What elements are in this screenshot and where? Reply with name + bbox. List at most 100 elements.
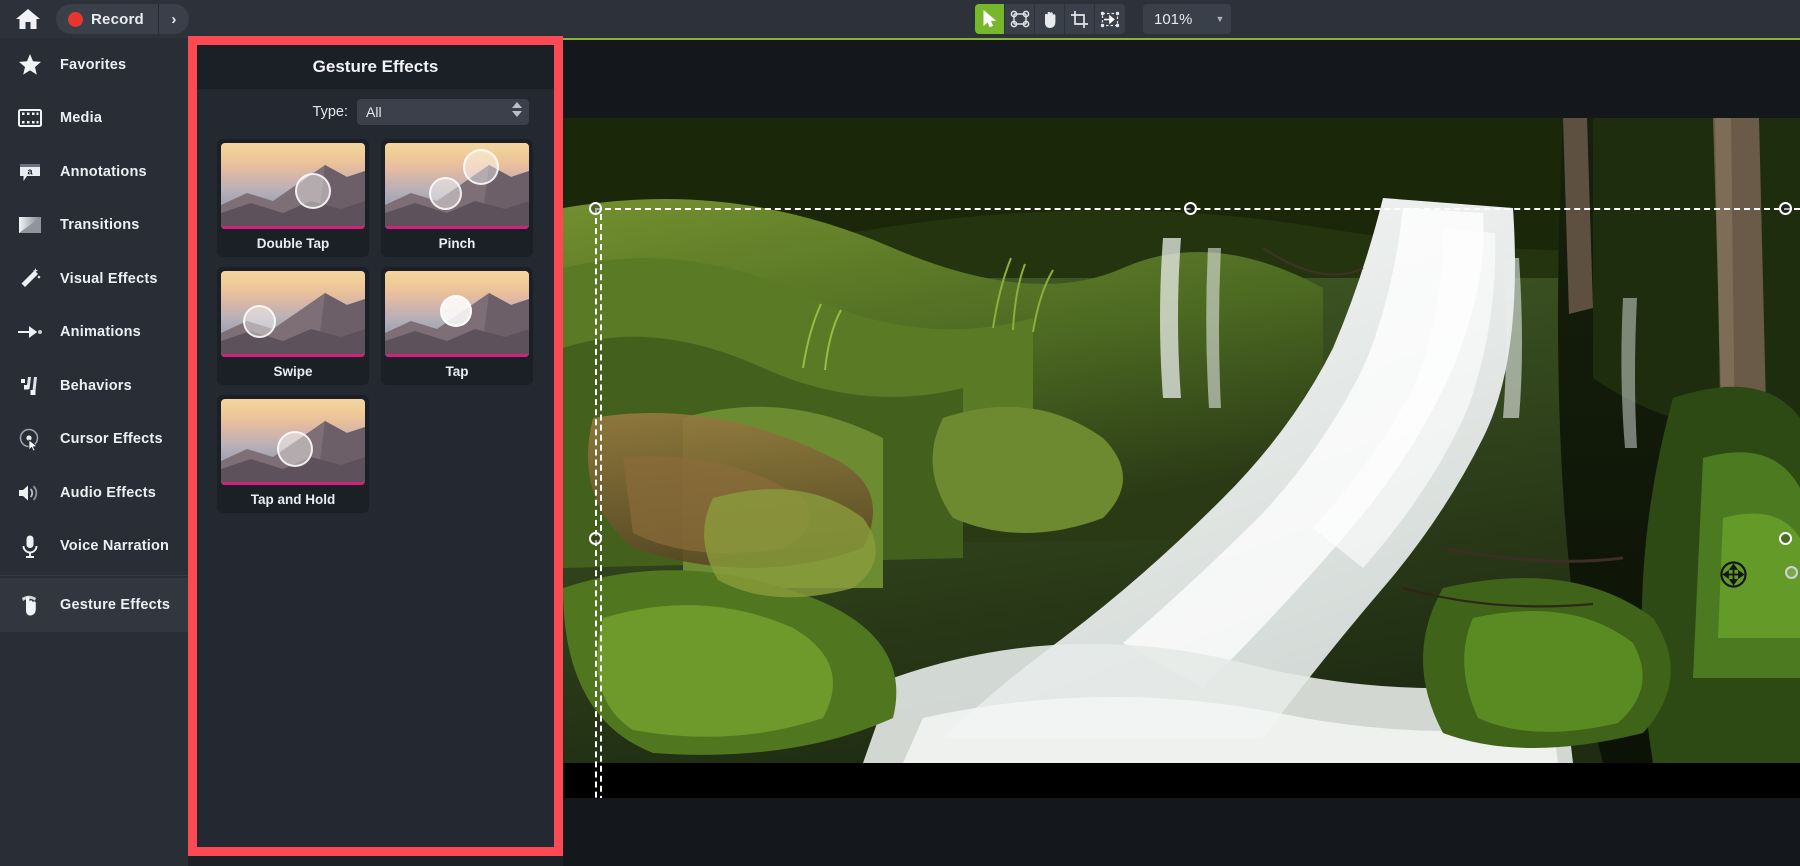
canvas-area[interactable]	[563, 38, 1800, 866]
transform-tool-button[interactable]	[1005, 4, 1035, 34]
mountain-illustration	[221, 293, 365, 357]
speaker-icon	[16, 479, 44, 507]
accent-bar	[221, 482, 365, 485]
gesture-effects-panel: Gesture Effects Type: All Double Tap Pin…	[197, 45, 554, 847]
gesture-bubble	[429, 177, 462, 210]
gesture-bubble	[463, 149, 499, 185]
type-filter-select[interactable]: All	[357, 99, 529, 125]
accent-bar	[385, 354, 529, 357]
gesture-thumbnail	[221, 399, 365, 485]
move-right-icon	[1100, 11, 1120, 27]
gesture-thumbnail	[221, 271, 365, 357]
arrow-motion-icon	[16, 318, 44, 346]
left-sidebar: Favorites Media a Annotations Transition…	[0, 38, 188, 866]
sidebar-item-annotations[interactable]: a Annotations	[0, 145, 188, 199]
sidebar-label: Audio Effects	[60, 484, 157, 501]
record-button-group[interactable]: Record ›	[56, 4, 189, 34]
gesture-card-label: Tap and Hold	[250, 491, 336, 507]
selection-handle-middle-left[interactable]	[589, 532, 602, 545]
magic-wand-icon	[16, 265, 44, 293]
type-filter-row: Type: All	[197, 89, 554, 135]
sidebar-item-voice-narration[interactable]: Voice Narration	[0, 520, 188, 574]
record-dot-icon	[68, 11, 83, 27]
preview-stage[interactable]	[563, 118, 1800, 798]
sidebar-item-animations[interactable]: Animations	[0, 306, 188, 360]
record-label: Record	[91, 10, 144, 28]
sidebar-item-behaviors[interactable]: Behaviors	[0, 359, 188, 413]
hand-icon	[1044, 11, 1055, 28]
gesture-card-label: Tap	[445, 363, 469, 379]
tool-cluster	[975, 4, 1125, 34]
sidebar-label: Animations	[60, 324, 141, 341]
home-icon	[16, 9, 40, 29]
sidebar-label: Transitions	[60, 217, 140, 234]
sidebar-item-favorites[interactable]: Favorites	[0, 38, 188, 92]
selection-handle-middle-right[interactable]	[1779, 532, 1792, 545]
mountain-illustration	[221, 165, 365, 229]
gesture-card-tap[interactable]: Tap	[381, 267, 533, 385]
behaviors-icon	[16, 372, 44, 400]
sidebar-item-gesture-effects[interactable]: Gesture Effects	[0, 578, 188, 632]
accent-bar	[221, 226, 365, 229]
sidebar-item-cursor-effects[interactable]: Cursor Effects	[0, 413, 188, 467]
top-toolbar: Record › 101% ▼	[0, 0, 1800, 38]
gesture-card-label: Swipe	[273, 363, 313, 379]
gesture-hand-icon	[16, 591, 44, 619]
pointer-tool-button[interactable]	[975, 4, 1005, 34]
sidebar-divider	[0, 575, 188, 576]
selection-handle-top-right[interactable]	[1779, 202, 1792, 215]
sidebar-item-media[interactable]: Media	[0, 92, 188, 146]
gesture-card-label: Double Tap	[256, 235, 330, 251]
move-tool-button[interactable]	[1095, 4, 1125, 34]
zoom-level-dropdown[interactable]: 101% ▼	[1143, 4, 1231, 34]
home-button[interactable]	[0, 0, 56, 38]
callout-a-icon: a	[16, 158, 44, 186]
gesture-thumbnail	[221, 143, 365, 229]
gesture-bubble	[295, 173, 331, 209]
stepper-arrows-icon[interactable]	[512, 102, 522, 117]
chevron-down-icon: ▼	[1215, 14, 1225, 24]
microphone-icon	[16, 532, 44, 560]
crop-icon	[1071, 10, 1088, 28]
sidebar-item-visual-effects[interactable]: Visual Effects	[0, 252, 188, 306]
record-options-button[interactable]: ›	[159, 4, 189, 34]
gesture-bubble	[440, 295, 472, 327]
sidebar-label: Annotations	[60, 163, 147, 180]
panel-title: Gesture Effects	[312, 57, 439, 76]
sidebar-item-transitions[interactable]: Transitions	[0, 199, 188, 253]
gesture-thumbnail	[385, 271, 529, 357]
gesture-card-pinch[interactable]: Pinch	[381, 139, 533, 257]
panel-header: Gesture Effects	[197, 45, 554, 89]
selection-handle-top-left[interactable]	[589, 202, 602, 215]
gesture-card-swipe[interactable]: Swipe	[217, 267, 369, 385]
sidebar-label: Gesture Effects	[60, 596, 171, 613]
hand-tool-button[interactable]	[1035, 4, 1065, 34]
type-filter-value: All	[366, 104, 382, 120]
sidebar-label: Voice Narration	[60, 538, 170, 555]
record-button[interactable]: Record	[56, 4, 158, 34]
cursor-ring-icon	[16, 425, 44, 453]
accent-bar	[385, 226, 529, 229]
accent-bar	[221, 354, 365, 357]
film-strip-icon	[16, 104, 44, 132]
gesture-card-label: Pinch	[438, 235, 476, 251]
canvas-top-rule	[563, 38, 1800, 40]
gesture-effects-grid: Double Tap Pinch Swipe Tap Tap and Hold	[197, 135, 554, 513]
gesture-card-double-tap[interactable]: Double Tap	[217, 139, 369, 257]
gesture-card-tap-and-hold[interactable]: Tap and Hold	[217, 395, 369, 513]
gesture-bubble	[277, 431, 313, 467]
sidebar-label: Behaviors	[60, 377, 132, 394]
zoom-level-value: 101%	[1154, 10, 1193, 28]
application-window: Record › 101% ▼ Favorites Media a Annota…	[0, 0, 1800, 866]
gesture-thumbnail	[385, 143, 529, 229]
nodes-transform-icon	[1010, 10, 1029, 28]
selection-handle-top-center[interactable]	[1184, 202, 1197, 215]
waterfall-photo	[563, 118, 1800, 763]
sidebar-item-audio-effects[interactable]: Audio Effects	[0, 466, 188, 520]
rotation-handle[interactable]	[1785, 566, 1798, 579]
star-icon	[16, 51, 44, 79]
crop-tool-button[interactable]	[1065, 4, 1095, 34]
type-filter-label: Type:	[312, 104, 348, 120]
gesture-effects-panel-highlight: Gesture Effects Type: All Double Tap Pin…	[188, 36, 563, 856]
gradient-square-icon	[16, 211, 44, 239]
